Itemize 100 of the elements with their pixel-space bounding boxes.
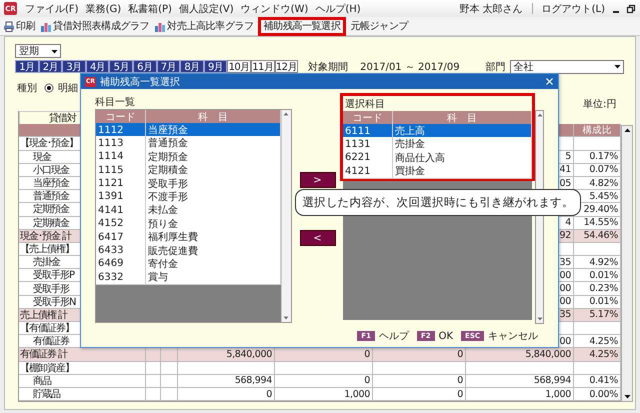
scroll-up-icon[interactable] — [622, 126, 632, 135]
table-cell: 14.55% — [574, 216, 621, 230]
menu-item[interactable]: ヘルプ(H) — [314, 2, 362, 16]
menu-item[interactable]: 私書箱(P) — [127, 2, 173, 16]
month-tab[interactable]: 8月 — [180, 60, 204, 73]
list-label: 科目一覧 — [95, 96, 136, 109]
table-cell: 0 — [178, 388, 275, 402]
scrollbar[interactable] — [621, 125, 633, 402]
list-row[interactable]: 1112 当座預金 — [96, 123, 281, 136]
table-cell: 0.17% — [574, 150, 621, 164]
table-cell — [146, 362, 161, 375]
month-tab[interactable]: 3月 — [62, 60, 86, 73]
table-cell — [161, 374, 178, 388]
list-row[interactable]: 1131 売掛金 — [343, 137, 532, 151]
table-cell: 1,000 — [275, 388, 373, 402]
month-tab[interactable]: 10月 — [227, 60, 251, 73]
table-cell: 5,840,000 — [466, 348, 574, 362]
user-name: 野本 太郎さん — [458, 2, 524, 16]
month-tab[interactable]: 7月 — [156, 60, 180, 73]
toolbar-button[interactable]: 印刷 — [2, 18, 36, 34]
list-row[interactable]: 4121 買掛金 — [343, 164, 532, 178]
table-cell: 0.00% — [574, 388, 621, 402]
table-cell: 0.07% — [574, 164, 621, 177]
toolbar-button[interactable]: 元帳ジャンプ — [349, 18, 410, 34]
period-range: 2017/01 ～ 2017/09 — [360, 60, 460, 74]
menu-item[interactable]: ファイル(F) — [24, 2, 80, 16]
logout-link[interactable]: ログアウト(L) — [540, 2, 606, 16]
toolbar-button[interactable]: 補助残高一覧選択 — [258, 16, 346, 36]
table-cell: 4.25% — [574, 335, 621, 348]
column-header: 構成比 — [574, 124, 621, 138]
remove-button[interactable]: < — [300, 230, 336, 246]
month-tab[interactable]: 2月 — [38, 60, 62, 73]
term-dropdown[interactable]: 翌期 — [15, 44, 61, 58]
department-label: 部門 — [486, 60, 506, 74]
table-cell: 0 — [373, 388, 466, 402]
table-cell — [574, 322, 621, 336]
list-row[interactable]: 6221 商品仕入高 — [343, 150, 532, 164]
list-row[interactable]: 1115 定期積金 — [96, 163, 281, 177]
month-tab[interactable]: 12月 — [274, 60, 298, 73]
shortcut-label[interactable]: OK — [438, 330, 454, 342]
row-label: 貯蔵品 — [19, 388, 146, 402]
list-row[interactable]: 6111 売上高 — [343, 124, 532, 138]
month-tab[interactable]: 6月 — [132, 60, 157, 73]
table-cell: 0.01% — [574, 269, 621, 282]
table-cell: 4.25% — [574, 348, 621, 362]
unit-label: 単位:円 — [583, 98, 616, 111]
table-cell — [574, 362, 621, 375]
shortcut-label[interactable]: ヘルプ — [378, 329, 409, 343]
month-tab[interactable]: 9月 — [204, 60, 228, 73]
restore-icon[interactable] — [626, 4, 636, 14]
list-row[interactable]: 1113 普通預金 — [96, 136, 281, 150]
list-row[interactable]: 6417 福利厚生費 — [96, 230, 281, 244]
printer-icon — [3, 20, 15, 32]
month-tab[interactable]: 4月 — [86, 60, 110, 73]
toolbar-button[interactable]: 対売上高比率グラフ — [153, 18, 255, 34]
close-icon[interactable] — [545, 77, 554, 86]
dropdown-arrow-icon — [612, 62, 622, 71]
type-label: 種別 — [17, 82, 37, 95]
list-row[interactable]: 4141 未払金 — [96, 203, 281, 217]
bar-chart-icon — [154, 20, 166, 32]
month-tab[interactable]: 11月 — [250, 60, 275, 73]
department-dropdown[interactable]: 全社 — [510, 60, 624, 74]
month-tab[interactable]: 5月 — [109, 60, 133, 73]
month-tab[interactable]: 1月 — [15, 60, 39, 73]
list-row[interactable]: 1114 定期預金 — [96, 150, 281, 164]
row-label: 有価証券 計 — [19, 348, 146, 362]
radio-label: 明細 — [58, 82, 78, 95]
menu-item[interactable]: ウィンドウ(W) — [240, 2, 310, 16]
menu-item[interactable]: 個人設定(V) — [178, 2, 235, 16]
hint-tooltip: 選択した内容が、次回選択時にも引き継がれます。 — [295, 189, 581, 216]
menu-item[interactable]: 業務(G) — [84, 2, 122, 16]
table-cell — [161, 362, 178, 375]
table-cell: 5.17% — [574, 308, 621, 322]
list-row[interactable]: 4152 預り金 — [96, 216, 281, 230]
table-cell: 0 — [275, 374, 373, 388]
row-label: 【棚卸資産】 — [19, 362, 146, 375]
list-row[interactable]: 6332 賞与 — [96, 270, 281, 284]
table-cell: 1,000 — [466, 388, 574, 402]
table-cell — [161, 348, 178, 362]
table-cell — [146, 374, 161, 388]
table-cell: 5,840,000 — [178, 348, 275, 362]
table-cell: 0 — [373, 374, 466, 388]
table-cell: 568,994 — [178, 374, 275, 388]
table-cell: 0 — [373, 348, 466, 362]
radio-button[interactable] — [44, 83, 54, 93]
list-row[interactable]: 6433 販売促進費 — [96, 244, 281, 257]
list-row[interactable]: 6469 寄付金 — [96, 256, 281, 270]
list-row[interactable]: 1391 不渡手形 — [96, 190, 281, 204]
row-label: 商品 — [19, 374, 146, 388]
table-cell: 4.82% — [574, 176, 621, 190]
bar-chart-icon — [40, 20, 52, 32]
list-row[interactable]: 1121 受取手形 — [96, 176, 281, 190]
table-cell: 4.92% — [574, 256, 621, 270]
table-cell: 54.46% — [574, 230, 621, 243]
toolbar-button[interactable]: 貸借対照表構成グラフ — [39, 18, 150, 34]
table-cell: 0 — [275, 348, 373, 362]
table-cell: 0.41% — [574, 374, 621, 388]
table-cell: 0.23% — [574, 282, 621, 296]
table-cell: 568,994 — [466, 374, 574, 388]
add-button[interactable]: > — [300, 172, 336, 188]
